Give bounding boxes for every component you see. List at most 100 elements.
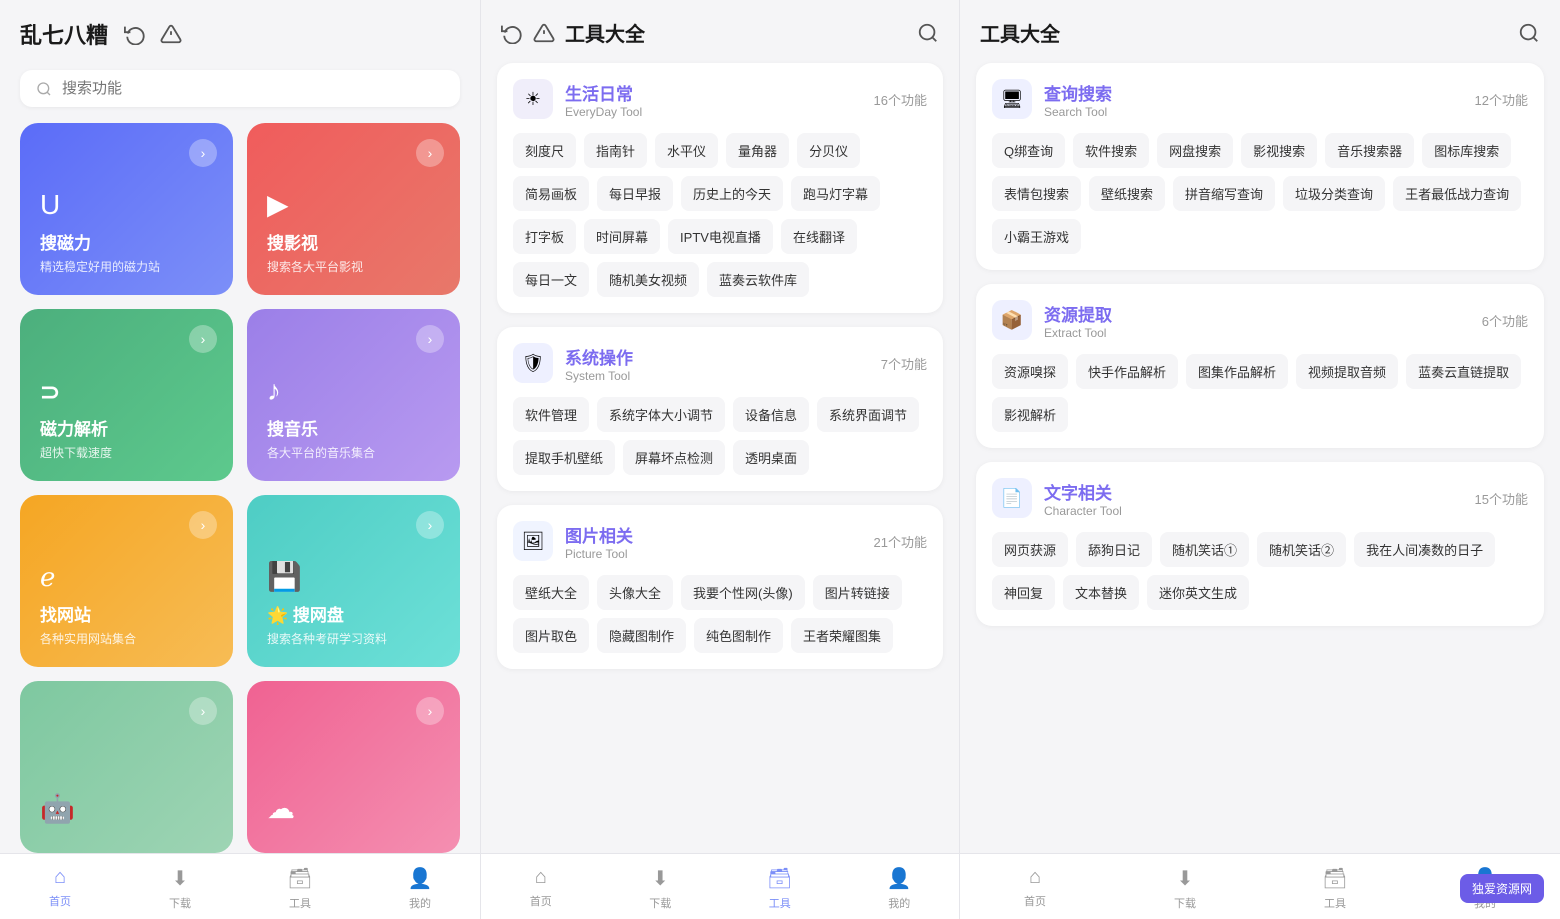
- card-zhao-wang-zhan[interactable]: › ℯ 找网站 各种实用网站集合: [20, 495, 233, 667]
- tag-mi-ni-ying-wen-sheng-cheng[interactable]: 迷你英文生成: [1147, 575, 1249, 610]
- tag-shi-jian-ping-mu[interactable]: 时间屏幕: [584, 219, 660, 254]
- tag-xiao-ba-wang-you-xi[interactable]: 小霸王游戏: [992, 219, 1081, 254]
- tag-tou-ming-zhuo-mian[interactable]: 透明桌面: [733, 440, 809, 475]
- card-8[interactable]: › ☁: [247, 681, 460, 853]
- card-arrow-5: ›: [189, 511, 217, 539]
- right-nav-download[interactable]: ⬇ 下载: [1110, 862, 1260, 915]
- tag-bi-zhi-da-quan[interactable]: 壁纸大全: [513, 575, 589, 610]
- right-section-tags-3: 网页获源 舔狗日记 随机笑话① 随机笑话② 我在人间凑数的日子 神回复 文本替换…: [992, 532, 1528, 610]
- tag-tu-pian-zhuan-lian-jie[interactable]: 图片转链接: [813, 575, 902, 610]
- tag-yin-yue-sou-suo-qi[interactable]: 音乐搜索器: [1325, 133, 1414, 168]
- section-tu-pian: 🖼 图片相关 Picture Tool 21个功能 壁纸大全 头像大全 我要个性…: [497, 505, 943, 669]
- tag-zhi-nan-zhen[interactable]: 指南针: [584, 133, 647, 168]
- left-nav-mine[interactable]: 👤 我的: [360, 862, 480, 915]
- tag-tu-pian-qu-se[interactable]: 图片取色: [513, 618, 589, 653]
- tag-she-bei-xin-xi[interactable]: 设备信息: [733, 397, 809, 432]
- tag-tu-biao-ku-sou-suo[interactable]: 图标库搜索: [1422, 133, 1511, 168]
- left-nav-download[interactable]: ⬇ 下载: [120, 862, 240, 915]
- tag-lan-zou-ruan-jian-ku[interactable]: 蓝奏云软件库: [707, 262, 809, 297]
- mid-nav-home[interactable]: ⌂ 首页: [481, 862, 601, 915]
- tag-ge-xing-wang[interactable]: 我要个性网(头像): [681, 575, 805, 610]
- right-section-header-2: 📦 资源提取 Extract Tool 6个功能: [992, 300, 1528, 340]
- right-nav-tools-label: 工具: [1324, 895, 1346, 911]
- tag-lan-zou-zhi-lian[interactable]: 蓝奏云直链提取: [1406, 354, 1521, 389]
- left-title: 乱七八糟: [20, 18, 108, 50]
- card-title-3: 磁力解析: [40, 415, 213, 440]
- right-search-icon[interactable]: [1518, 22, 1540, 44]
- tag-ti-qu-bi-zhi[interactable]: 提取手机壁纸: [513, 440, 615, 475]
- tag-ping-mu-huai-dian[interactable]: 屏幕坏点检测: [623, 440, 725, 475]
- mid-search-icon[interactable]: [917, 22, 939, 44]
- tag-chun-se-tu[interactable]: 纯色图制作: [694, 618, 783, 653]
- tag-kuai-shou-jie-xi[interactable]: 快手作品解析: [1076, 354, 1178, 389]
- tag-mei-ri-yi-wen[interactable]: 每日一文: [513, 262, 589, 297]
- card-sou-wang-pan[interactable]: › 💾 🌟 搜网盘 搜索各种考研学习资料: [247, 495, 460, 667]
- tag-tian-gou-ri-ji[interactable]: 舔狗日记: [1076, 532, 1152, 567]
- tag-pin-yin-suo-xie[interactable]: 拼音缩写查询: [1173, 176, 1275, 211]
- card-souc-ci-li[interactable]: › U 搜磁力 精选稳定好用的磁力站: [20, 123, 233, 295]
- left-nav-tools[interactable]: 🗃 工具: [240, 862, 360, 915]
- mid-warning-icon[interactable]: [533, 22, 555, 44]
- tag-sui-ji-xiao-hua-1[interactable]: 随机笑话①: [1160, 532, 1249, 567]
- tag-da-zi-ban[interactable]: 打字板: [513, 219, 576, 254]
- mid-nav-download[interactable]: ⬇ 下载: [601, 862, 721, 915]
- section-count-3: 21个功能: [874, 532, 927, 551]
- tag-li-shi[interactable]: 历史上的今天: [681, 176, 783, 211]
- refresh-icon[interactable]: [124, 23, 146, 45]
- mid-refresh-icon[interactable]: [501, 22, 523, 44]
- tag-q-bang[interactable]: Q绑查询: [992, 133, 1065, 168]
- mid-title: 工具大全: [565, 18, 645, 47]
- right-nav-home[interactable]: ⌂ 首页: [960, 862, 1110, 915]
- search-bar[interactable]: [20, 70, 460, 107]
- mid-nav-download-label: 下载: [649, 895, 671, 911]
- tag-zai-xian-fan-yi[interactable]: 在线翻译: [781, 219, 857, 254]
- tag-liang-jiao-qi[interactable]: 量角器: [726, 133, 789, 168]
- left-nav-home-label: 首页: [49, 893, 71, 909]
- tag-zi-yuan-xiu-tan[interactable]: 资源嗅探: [992, 354, 1068, 389]
- tag-shi-pin-ti-qu-yin-pin[interactable]: 视频提取音频: [1296, 354, 1398, 389]
- right-nav-tools[interactable]: 🗃 工具: [1260, 862, 1410, 915]
- card-ci-li-jie-xi[interactable]: › ⊃ 磁力解析 超快下载速度: [20, 309, 233, 481]
- card-7[interactable]: › 🤖: [20, 681, 233, 853]
- left-nav-home[interactable]: ⌂ 首页: [0, 862, 120, 915]
- tag-jian-yi-hua-ban[interactable]: 简易画板: [513, 176, 589, 211]
- tag-tou-xiang-da-quan[interactable]: 头像大全: [597, 575, 673, 610]
- card-sou-yin-yue[interactable]: › ♪ 搜音乐 各大平台的音乐集合: [247, 309, 460, 481]
- tag-yin-cang-tu[interactable]: 隐藏图制作: [597, 618, 686, 653]
- card-sou-ying-shi[interactable]: › ▶ 搜影视 搜索各大平台影视: [247, 123, 460, 295]
- tag-la-ji-fen-lei[interactable]: 垃圾分类查询: [1283, 176, 1385, 211]
- tag-pao-ma-deng[interactable]: 跑马灯字幕: [791, 176, 880, 211]
- tag-bi-zhi-sou-suo[interactable]: 壁纸搜索: [1089, 176, 1165, 211]
- tag-wang-zhe-tu-ji[interactable]: 王者荣耀图集: [791, 618, 893, 653]
- tag-wang-zhe-zhan-li[interactable]: 王者最低战力查询: [1393, 176, 1521, 211]
- section-xi-tong: 🛡 系统操作 System Tool 7个功能 软件管理 系统字体大小调节 设备…: [497, 327, 943, 491]
- tag-wang-pan-sou-suo[interactable]: 网盘搜索: [1157, 133, 1233, 168]
- tag-wen-ben-ti-huan[interactable]: 文本替换: [1063, 575, 1139, 610]
- tag-shen-hui-fu[interactable]: 神回复: [992, 575, 1055, 610]
- mid-nav-tools[interactable]: 🗃 工具: [720, 862, 840, 915]
- tag-sui-ji-xiao-hua-2[interactable]: 随机笑话②: [1257, 532, 1346, 567]
- tag-shui-ping-yi[interactable]: 水平仪: [655, 133, 718, 168]
- search-icon: [36, 81, 52, 97]
- section-header-1: ☀ 生活日常 EveryDay Tool 16个功能: [513, 79, 927, 119]
- card-subtitle-3: 超快下载速度: [40, 444, 213, 461]
- tag-iptv[interactable]: IPTV电视直播: [668, 219, 773, 254]
- tag-ying-shi-jie-xi[interactable]: 影视解析: [992, 397, 1068, 432]
- tag-mei-ri-zao-bao[interactable]: 每日早报: [597, 176, 673, 211]
- tag-sui-ji-mei-nv[interactable]: 随机美女视频: [597, 262, 699, 297]
- search-input[interactable]: [62, 80, 444, 97]
- tag-xi-tong-jie-mian[interactable]: 系统界面调节: [817, 397, 919, 432]
- tag-zi-ti-da-xiao[interactable]: 系统字体大小调节: [597, 397, 725, 432]
- tag-fen-bei-yi[interactable]: 分贝仪: [797, 133, 860, 168]
- right-section-info-2: 资源提取 Extract Tool: [1044, 301, 1482, 340]
- tag-ruan-jian-sou-suo[interactable]: 软件搜索: [1073, 133, 1149, 168]
- tag-biao-qing-bao-sou-suo[interactable]: 表情包搜索: [992, 176, 1081, 211]
- tag-wang-ye-huo-yuan[interactable]: 网页获源: [992, 532, 1068, 567]
- warning-icon[interactable]: [160, 23, 182, 45]
- tag-ying-shi-sou-suo[interactable]: 影视搜索: [1241, 133, 1317, 168]
- tag-ren-jian-cou-shu[interactable]: 我在人间凑数的日子: [1354, 532, 1495, 567]
- tag-ruan-jian-guan-li[interactable]: 软件管理: [513, 397, 589, 432]
- tag-ke-du-chi[interactable]: 刻度尺: [513, 133, 576, 168]
- tag-tu-ji-jie-xi[interactable]: 图集作品解析: [1186, 354, 1288, 389]
- mid-nav-mine[interactable]: 👤 我的: [840, 862, 960, 915]
